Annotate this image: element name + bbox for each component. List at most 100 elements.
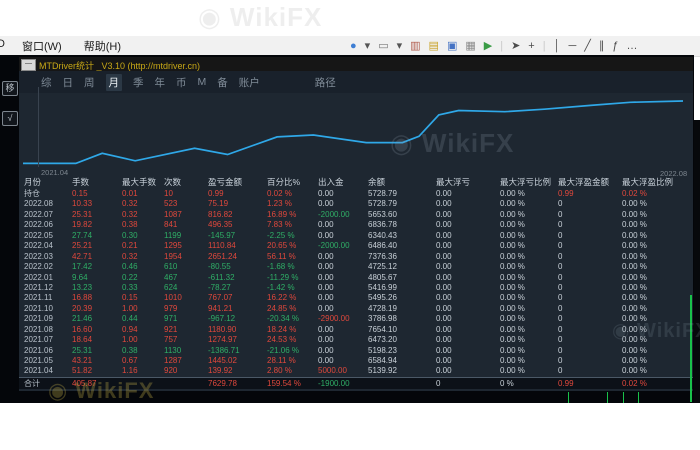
table-row-2021.11[interactable]: 2021.1116.880.151010767.0716.22 %0.00549… xyxy=(19,293,693,303)
minimize-button[interactable]: — xyxy=(21,59,36,71)
table-row-2021.08[interactable]: 2021.0816.600.949211180.9018.24 %0.00765… xyxy=(19,325,693,335)
column-header-9[interactable]: 最大浮亏比例 xyxy=(500,176,551,189)
cell: 0.02 % xyxy=(267,189,292,199)
cell: 0.00 xyxy=(436,366,452,376)
vertical-line-icon[interactable]: │ xyxy=(554,40,561,52)
dropdown-caret-icon[interactable]: ▾ xyxy=(365,40,371,52)
cell: 0 xyxy=(558,210,562,220)
auto-trading-icon[interactable]: ▶ xyxy=(484,40,492,52)
tab-M[interactable]: M xyxy=(198,76,207,88)
cell: 0.00 xyxy=(436,356,452,366)
check-button[interactable]: √ xyxy=(2,111,18,126)
horizontal-line-icon[interactable]: ─ xyxy=(568,40,576,52)
cell: 624 xyxy=(164,283,177,293)
equity-chart[interactable] xyxy=(19,93,693,167)
cell: 1274.97 xyxy=(208,335,237,345)
cell: 496.35 xyxy=(208,220,232,230)
tab-路径[interactable]: 路径 xyxy=(315,75,336,90)
cell: 0.00 % xyxy=(500,262,525,272)
cell: 0.00 % xyxy=(622,210,647,220)
cell: 5198.23 xyxy=(368,346,397,356)
table-row-2021.10[interactable]: 2021.1020.391.00979941.2124.85 %0.004728… xyxy=(19,304,693,314)
cell: 0.00 % xyxy=(500,241,525,251)
cell: 0 xyxy=(558,314,562,324)
cell: 1.23 % xyxy=(267,199,292,209)
cell: 0.00 % xyxy=(622,293,647,303)
cell: 6340.43 xyxy=(368,231,397,241)
trendline-icon[interactable]: ╱ xyxy=(584,40,591,52)
cell: 0 xyxy=(558,231,562,241)
equity-curve xyxy=(19,93,693,167)
dropdown-caret-icon[interactable]: ▾ xyxy=(397,40,403,52)
chart-grid-icon[interactable]: ▦ xyxy=(465,40,475,52)
cell: 2021.12 xyxy=(24,283,53,293)
table-row-2021.09[interactable]: 2021.0921.460.44971-967.12-20.34 %-2900.… xyxy=(19,314,693,324)
channel-icon[interactable]: ∥ xyxy=(599,40,605,52)
cell: 20.65 % xyxy=(267,241,296,251)
cell: 0.00 xyxy=(436,220,452,230)
panel-titlebar[interactable]: — MTDriver统计 _V3.10 (http://mtdriver.cn) xyxy=(19,57,693,71)
column-header-10[interactable]: 最大浮盈金额 xyxy=(558,176,609,189)
tab-周[interactable]: 周 xyxy=(84,75,95,90)
cell: 0 xyxy=(558,293,562,303)
tab-账户[interactable]: 账户 xyxy=(239,75,260,90)
table-row-2022.04[interactable]: 2022.0425.210.2112951110.8420.65 %-2000.… xyxy=(19,241,693,251)
new-order-icon[interactable]: ▥ xyxy=(410,40,420,52)
chart-template-icon[interactable]: ▤ xyxy=(429,40,439,52)
cell: 0.00 xyxy=(436,210,452,220)
move-button[interactable]: 移 xyxy=(2,81,18,96)
menu-item-0[interactable]: 窗口(W) xyxy=(22,38,62,54)
table-row-2022.03[interactable]: 2022.0342.710.3219542651.2456.11 %0.0073… xyxy=(19,252,693,262)
table-row-2021.07[interactable]: 2021.0718.641.007571274.9724.53 %0.00647… xyxy=(19,335,693,345)
chart-window-icon[interactable]: ▣ xyxy=(447,40,457,52)
menu-item-1[interactable]: 帮助(H) xyxy=(84,38,121,54)
table-row-2021.12[interactable]: 2021.1213.230.33624-78.27-1.42 %0.005416… xyxy=(19,283,693,293)
table-row-持仓[interactable]: 持仓0.150.01100.990.02 %0.005728.790.000.0… xyxy=(19,189,693,199)
crosshair-icon[interactable]: + xyxy=(528,40,534,52)
indicators-icon[interactable]: ● xyxy=(350,40,357,52)
table-row-2022.06[interactable]: 2022.0619.820.38841496.357.83 %0.006836.… xyxy=(19,220,693,230)
tab-备[interactable]: 备 xyxy=(217,75,228,90)
cell: 0.00 % xyxy=(622,356,647,366)
more-tools-icon[interactable]: … xyxy=(627,40,638,52)
timeframes-icon[interactable]: ▭ xyxy=(378,40,388,52)
table-row-2022.02[interactable]: 2022.0217.420.46610-80.55-1.68 %0.004725… xyxy=(19,262,693,272)
table-row-2022.08[interactable]: 2022.0810.330.3252375.191.23 %0.005728.7… xyxy=(19,199,693,209)
tab-年[interactable]: 年 xyxy=(155,75,166,90)
cell: 0.00 % xyxy=(622,335,647,345)
tab-币[interactable]: 币 xyxy=(176,75,187,90)
column-header-5[interactable]: 百分比% xyxy=(267,176,300,189)
column-header-4[interactable]: 盈亏金额 xyxy=(208,176,242,189)
column-header-11[interactable]: 最大浮盈比例 xyxy=(622,176,673,189)
tab-日[interactable]: 日 xyxy=(63,75,74,90)
column-header-1[interactable]: 手数 xyxy=(72,176,89,189)
cell: 0 xyxy=(558,283,562,293)
cell: 0.02 % xyxy=(622,189,647,199)
column-header-2[interactable]: 最大手数 xyxy=(122,176,156,189)
cell: 0.00 xyxy=(318,293,334,303)
table-row-2022.05[interactable]: 2022.0527.740.301199-145.97-2.25 %0.0063… xyxy=(19,231,693,241)
table-row-2022.07[interactable]: 2022.0725.310.321087816.8216.89 %-2000.0… xyxy=(19,210,693,220)
statistics-panel: — MTDriver统计 _V3.10 (http://mtdriver.cn)… xyxy=(19,57,693,391)
column-header-7[interactable]: 余额 xyxy=(368,176,385,189)
column-header-6[interactable]: 出入金 xyxy=(318,176,344,189)
cell: 757 xyxy=(164,335,177,345)
cell: -1.42 % xyxy=(267,283,295,293)
table-row-2021.04[interactable]: 2021.0451.821.16920139.922.80 %5000.0051… xyxy=(19,366,693,376)
column-header-0[interactable]: 月份 xyxy=(24,176,41,189)
cell: 0.00 xyxy=(436,252,452,262)
cell: 0.00 % xyxy=(500,210,525,220)
tab-综[interactable]: 综 xyxy=(41,75,52,90)
table-row-2021.06[interactable]: 2021.0625.310.381130-1386.71-21.06 %0.00… xyxy=(19,346,693,356)
fibonacci-icon[interactable]: ƒ xyxy=(612,40,618,52)
cell: 0.00 xyxy=(436,199,452,209)
cursor-icon[interactable]: ➤ xyxy=(511,40,520,52)
cell: 0.00 xyxy=(436,283,452,293)
cell: 0 xyxy=(558,241,562,251)
table-row-2021.05[interactable]: 2021.0543.210.6712871445.0228.11 %0.0065… xyxy=(19,356,693,366)
column-header-3[interactable]: 次数 xyxy=(164,176,181,189)
tab-月[interactable]: 月 xyxy=(106,74,123,91)
column-header-8[interactable]: 最大浮亏 xyxy=(436,176,470,189)
table-row-2022.01[interactable]: 2022.019.640.22467-611.32-11.29 %0.00480… xyxy=(19,273,693,283)
tab-季[interactable]: 季 xyxy=(133,75,144,90)
